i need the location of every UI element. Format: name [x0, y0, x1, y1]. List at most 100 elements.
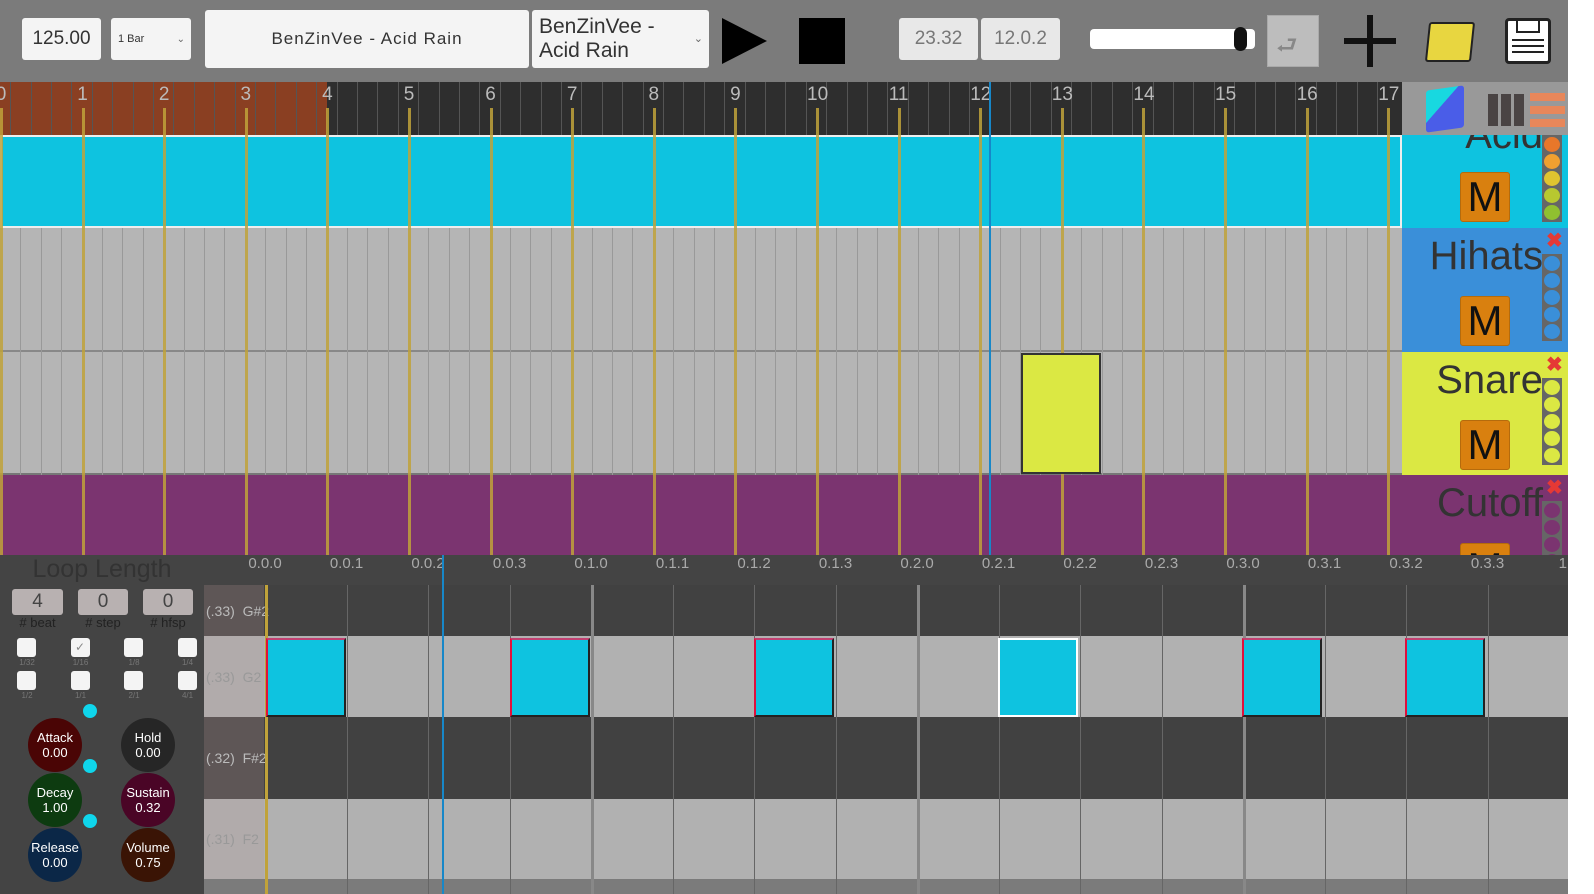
columns-icon[interactable] [1488, 94, 1498, 126]
close-icon[interactable]: ✖ [1546, 475, 1563, 500]
grid-line [1406, 585, 1407, 894]
mute-button[interactable]: M [1460, 296, 1510, 346]
bar-number: 11 [888, 84, 909, 105]
folder-open-icon[interactable] [1424, 22, 1476, 62]
note-row[interactable]: (.32) F#2 [204, 717, 1568, 799]
track-header-cutoff[interactable]: Cutoff M ✖ [1402, 475, 1568, 555]
play-button[interactable] [722, 18, 767, 64]
playhead[interactable] [989, 82, 991, 555]
beat-line [958, 228, 960, 475]
loop-length-title: Loop Length [32, 555, 172, 583]
track-lane-cutoff[interactable] [0, 475, 1402, 555]
pianoroll-playhead[interactable] [442, 555, 444, 894]
loop-length-select[interactable]: 1 Bar ⌄ [111, 18, 191, 60]
track-header-acid[interactable]: Acid M [1402, 135, 1568, 228]
track-name: Hihats [1429, 234, 1543, 278]
step-input[interactable]: 0 [78, 589, 128, 615]
division-checkbox[interactable] [17, 638, 36, 657]
knob-value: 0.00 [42, 855, 68, 870]
division-checkbox[interactable] [124, 671, 143, 690]
release-knob[interactable]: Release 0.00 [28, 828, 82, 882]
close-icon[interactable]: ✖ [1546, 228, 1563, 253]
beat-line [1162, 228, 1164, 475]
decay-knob[interactable]: Decay 1.00 [28, 773, 82, 827]
tick-label: 0.1.1 [655, 555, 690, 572]
knob-value: 0.75 [135, 855, 161, 870]
snare-clip[interactable] [1021, 353, 1101, 474]
beat-line [754, 228, 756, 475]
knob-value: 0.00 [135, 745, 161, 760]
song-select[interactable]: BenZinVee - Acid Rain ⌄ [532, 10, 709, 68]
note-row[interactable]: (.33) G2 [204, 636, 1568, 717]
grid-line [672, 585, 674, 894]
envelope-handle[interactable] [83, 814, 97, 828]
note-block[interactable] [1242, 638, 1322, 717]
volume-knob[interactable]: Volume 0.75 [121, 828, 175, 882]
beat-line [448, 228, 450, 475]
bar-line [408, 108, 411, 555]
timeline-ruler[interactable]: 0 1 2 3 4 5 6 7 8 9 10 11 12 13 14 15 16 17 [0, 82, 1402, 135]
track-lane-acid[interactable] [0, 135, 1402, 228]
attack-knob[interactable]: Attack 0.00 [28, 718, 82, 772]
track-lane-hihats[interactable] [0, 228, 1402, 352]
note-block[interactable] [1405, 638, 1485, 717]
save-icon[interactable] [1505, 18, 1551, 64]
track-lane-snare[interactable] [0, 352, 1402, 475]
loop-toggle-button[interactable]: ⮐ [1267, 15, 1319, 67]
division-checkbox[interactable] [70, 671, 90, 690]
volume-slider[interactable] [1090, 27, 1255, 51]
division-checkbox[interactable] [177, 671, 197, 690]
mute-button[interactable]: M [1460, 543, 1510, 555]
division-checkbox[interactable] [124, 638, 143, 657]
sustain-knob[interactable]: Sustain 0.32 [121, 773, 175, 827]
grid-line [1080, 585, 1081, 894]
note-block[interactable] [754, 638, 834, 717]
envelope-handle[interactable] [83, 704, 97, 718]
division-label: 1/32 [19, 658, 35, 667]
bpm-input[interactable]: 125.00 [22, 18, 101, 60]
add-track-icon-v[interactable] [1367, 15, 1373, 67]
bar-line [0, 108, 3, 555]
beat-line [1122, 228, 1123, 475]
mute-button[interactable]: M [1460, 172, 1510, 222]
division-checkbox[interactable]: ✓ [70, 638, 90, 657]
close-icon[interactable]: ✖ [1546, 352, 1563, 377]
note-row[interactable]: (.33) G#2 [204, 585, 1568, 636]
tick-label: 0.3.1 [1307, 555, 1342, 572]
bar-number: 2 [158, 84, 170, 105]
note-label: (.33) G#2 [204, 585, 269, 636]
grid-line [1243, 585, 1246, 894]
hold-knob[interactable]: Hold 0.00 [121, 718, 175, 772]
bar-line [1305, 108, 1309, 555]
beat-line [346, 228, 348, 475]
track-header-snare[interactable]: Snare M ✖ [1402, 352, 1568, 475]
cube-icon[interactable] [1426, 85, 1464, 133]
knob-label: Hold [134, 730, 162, 745]
beat-line [856, 228, 858, 475]
division-checkbox[interactable] [17, 671, 36, 690]
note-block[interactable] [266, 638, 346, 717]
note-block[interactable] [510, 638, 590, 717]
knob-value: 0.00 [42, 745, 68, 760]
envelope-handle[interactable] [83, 759, 97, 773]
mute-button[interactable]: M [1460, 420, 1510, 470]
beat-line [1203, 228, 1205, 475]
menu-icon[interactable] [1530, 93, 1565, 101]
grid-line [346, 585, 348, 894]
beat-line [122, 228, 124, 475]
note-block[interactable] [998, 638, 1078, 717]
beat-line [938, 228, 940, 475]
track-header-hihats[interactable]: Hihats M ✖ [1402, 228, 1568, 352]
chevron-down-icon: ⌄ [693, 33, 703, 45]
slider-handle[interactable] [1234, 27, 1248, 51]
division-checkbox[interactable] [177, 638, 197, 657]
note-row[interactable]: (.31) F2 [204, 799, 1568, 879]
division-label: 1/4 [181, 658, 194, 667]
hfsp-input[interactable]: 0 [143, 589, 193, 615]
song-title-field[interactable]: BenZinVee - Acid Rain [205, 10, 529, 68]
pianoroll-ruler[interactable]: 0.0.0 0.0.1 0.0.2 0.0.3 0.1.0 0.1.1 0.1.2 0.1.3… [204, 555, 1579, 585]
stop-button[interactable] [799, 18, 845, 64]
beat-input[interactable]: 4 [12, 589, 63, 615]
knob-label: Release [31, 840, 79, 855]
beat-line [1101, 228, 1103, 475]
